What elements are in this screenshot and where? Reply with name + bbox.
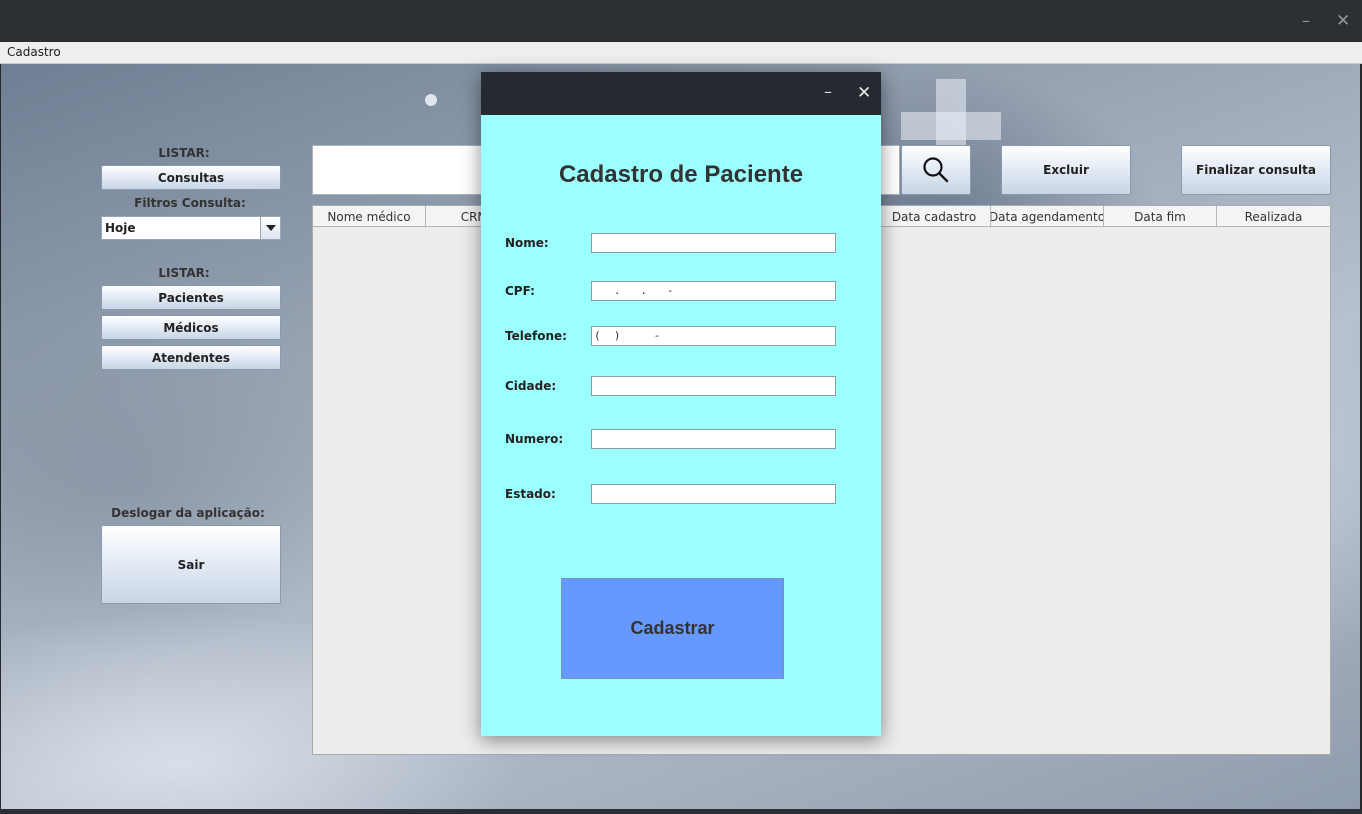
filter-select[interactable]: Hoje xyxy=(101,216,281,240)
close-icon[interactable]: ✕ xyxy=(1336,10,1350,32)
estado-field[interactable] xyxy=(591,484,836,504)
search-icon xyxy=(923,157,949,183)
cpf-field[interactable]: . . - xyxy=(591,281,836,301)
pacientes-button[interactable]: Pacientes xyxy=(101,285,281,310)
numero-label: Numero: xyxy=(505,432,564,446)
sair-button[interactable]: Sair xyxy=(101,525,281,604)
column-header-nome-medico[interactable]: Nome médico xyxy=(313,206,426,227)
finalizar-consulta-button[interactable]: Finalizar consulta xyxy=(1181,145,1331,195)
dialog-titlebar[interactable]: – ✕ xyxy=(481,72,881,115)
telefone-field[interactable]: ( ) - xyxy=(591,326,836,346)
window-titlebar: – ✕ xyxy=(0,0,1362,42)
cidade-label: Cidade: xyxy=(505,379,557,393)
background-dot xyxy=(425,94,437,106)
column-header-realizada[interactable]: Realizada xyxy=(1217,206,1330,227)
dialog-minimize-icon[interactable]: – xyxy=(824,82,832,101)
cpf-label: CPF: xyxy=(505,284,535,298)
consultas-button[interactable]: Consultas xyxy=(101,165,281,190)
numero-field[interactable] xyxy=(591,429,836,449)
telefone-label: Telefone: xyxy=(505,329,567,343)
column-header-data-fim[interactable]: Data fim xyxy=(1104,206,1217,227)
dialog-body: Cadastro de Paciente Nome: CPF: . . - Te… xyxy=(481,115,881,736)
cadastro-paciente-dialog: – ✕ Cadastro de Paciente Nome: CPF: . . … xyxy=(481,72,881,736)
filter-select-value: Hoje xyxy=(105,221,136,235)
logout-label: Deslogar da aplicação: xyxy=(111,506,265,520)
list-label-consultas: LISTAR: xyxy=(158,146,210,160)
nome-label: Nome: xyxy=(505,236,549,250)
cidade-field[interactable] xyxy=(591,376,836,396)
nome-field[interactable] xyxy=(591,233,836,253)
excluir-button[interactable]: Excluir xyxy=(1001,145,1131,195)
column-header-data-agendamento[interactable]: Data agendamento xyxy=(991,206,1104,227)
estado-label: Estado: xyxy=(505,487,556,501)
dialog-close-icon[interactable]: ✕ xyxy=(857,83,871,103)
cadastrar-button[interactable]: Cadastrar xyxy=(561,578,784,679)
medicos-button[interactable]: Médicos xyxy=(101,315,281,340)
bottom-border xyxy=(0,809,1362,814)
column-header-data-cadastro[interactable]: Data cadastro xyxy=(878,206,991,227)
menu-cadastro[interactable]: Cadastro xyxy=(7,45,61,59)
search-button[interactable] xyxy=(901,145,971,195)
list-label-cadastros: LISTAR: xyxy=(158,266,210,280)
filter-label: Filtros Consulta: xyxy=(134,196,246,210)
chevron-down-icon[interactable] xyxy=(260,217,280,239)
minimize-icon[interactable]: – xyxy=(1302,10,1310,32)
atendentes-button[interactable]: Atendentes xyxy=(101,345,281,370)
dialog-heading: Cadastro de Paciente xyxy=(558,161,804,188)
menu-bar: Cadastro xyxy=(0,42,1362,64)
